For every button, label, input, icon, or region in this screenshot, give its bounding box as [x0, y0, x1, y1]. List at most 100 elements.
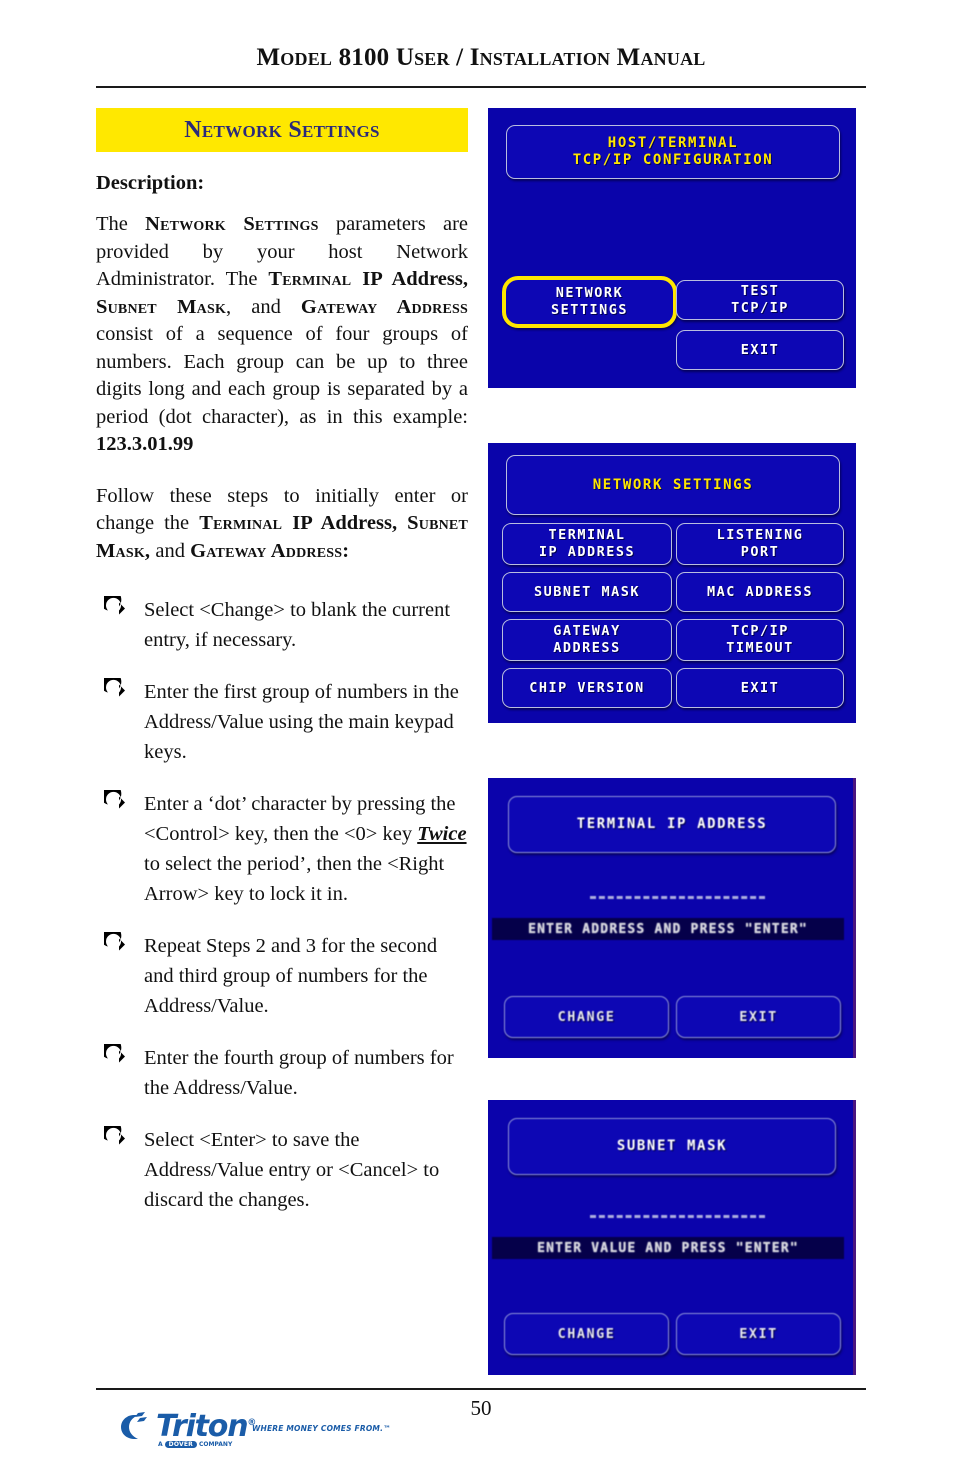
para1-example-ip: 123.3.01.99: [96, 433, 194, 455]
curved-arrow-bullet-icon: [104, 596, 128, 620]
screen3-btn1-line1: CHANGE: [557, 1008, 616, 1025]
screen2-button-terminal-ip-address[interactable]: TERMINAL IP ADDRESS: [502, 523, 672, 565]
list-item: Select <Change> to blank the current ent…: [96, 595, 468, 655]
screen3-value-entry-line: [590, 896, 765, 902]
screen2-btn6-line1: TCP/IP: [731, 623, 789, 639]
triton-logo: Triton® WHERE MONEY COMES FROM.™ A DOVER…: [118, 1408, 391, 1454]
para1-text-pre: The: [96, 213, 146, 235]
instruction-step-list: Select <Change> to blank the current ent…: [96, 595, 468, 1215]
screen3-button-change[interactable]: CHANGE: [504, 996, 669, 1038]
list-item: Enter a ‘dot’ character by pressing the …: [96, 789, 468, 909]
list-item-text: Enter the fourth group of numbers for th…: [144, 1047, 454, 1099]
list-item-text: Select <Change> to blank the current ent…: [144, 599, 451, 651]
screen2-btn1-line1: TERMINAL: [548, 527, 626, 543]
atm-screen-terminal-ip-address: TERMINAL IP ADDRESS ENTER ADDRESS AND PR…: [488, 778, 856, 1058]
screen3-btn2-line1: EXIT: [739, 1008, 778, 1025]
screen1-title-panel: HOST/TERMINAL TCP/IP CONFIGURATION: [506, 125, 840, 179]
para2-text-mid: and: [150, 539, 191, 562]
list-item-text: Select <Enter> to save the Address/Value…: [144, 1129, 440, 1211]
screen1-button-test-tcpip[interactable]: TEST TCP/IP: [676, 280, 844, 320]
para2-text-end: :: [342, 539, 350, 562]
para1-text-mid3: consist of a sequence of four groups of …: [96, 323, 468, 428]
list-item-text-pre: Enter a ‘dot’ character by pressing the …: [144, 793, 456, 845]
screen2-btn8-line1: EXIT: [740, 679, 780, 696]
dover-brand-badge: DOVER: [164, 1441, 197, 1448]
list-item: Select <Enter> to save the Address/Value…: [96, 1125, 468, 1215]
list-item: Repeat Steps 2 and 3 for the second and …: [96, 931, 468, 1021]
screen4-button-exit[interactable]: EXIT: [676, 1313, 841, 1355]
screen2-btn1-line2: IP ADDRESS: [538, 544, 636, 560]
screen2-btn5-line2: ADDRESS: [553, 640, 621, 656]
screen2-btn7-line1: CHIP VERSION: [529, 679, 645, 696]
screen1-btn1-line1: NETWORK: [555, 285, 624, 301]
curved-arrow-bullet-icon: [104, 1126, 128, 1150]
screen2-btn5-line1: GATEWAY: [553, 623, 621, 639]
triton-logo-wordmark: Triton®: [156, 1409, 256, 1444]
section-banner: Network Settings: [96, 108, 468, 152]
screen3-prompt-bar: ENTER ADDRESS AND PRESS "ENTER": [492, 918, 844, 940]
screen4-btn1-line1: CHANGE: [557, 1325, 616, 1342]
para1-smallcaps-gateway-address: Gateway Address: [300, 295, 468, 318]
curved-arrow-bullet-icon: [104, 1044, 128, 1068]
screen4-title-panel: SUBNET MASK: [508, 1118, 836, 1175]
dover-pre: A: [158, 1441, 163, 1448]
para1-bold-ip-address: IP Address,: [351, 268, 468, 290]
screen2-btn2-line1: LISTENING: [716, 527, 804, 543]
screen4-button-change[interactable]: CHANGE: [504, 1313, 669, 1355]
screen2-button-mac-address[interactable]: MAC ADDRESS: [676, 572, 844, 612]
screen4-btn2-line1: EXIT: [739, 1325, 778, 1342]
screen3-title-panel: TERMINAL IP ADDRESS: [508, 796, 836, 853]
curved-arrow-bullet-icon: [104, 932, 128, 956]
screen2-title-panel: NETWORK SETTINGS: [506, 455, 840, 515]
description-paragraph-1: The Network Settings parameters are prov…: [96, 211, 468, 459]
para1-text-mid2: , and: [226, 295, 301, 318]
left-text-column: Network Settings Description: The Networ…: [96, 108, 468, 1237]
screen2-button-gateway-address[interactable]: GATEWAY ADDRESS: [502, 619, 672, 661]
list-item: Enter the fourth group of numbers for th…: [96, 1043, 468, 1103]
description-paragraph-2: Follow these steps to initially enter or…: [96, 483, 468, 566]
screen1-button-exit[interactable]: EXIT: [676, 330, 844, 370]
header-divider: [96, 86, 866, 88]
curved-arrow-bullet-icon: [104, 790, 128, 814]
atm-screen-network-settings-menu: NETWORK SETTINGS TERMINAL IP ADDRESS LIS…: [488, 443, 856, 723]
description-heading: Description:: [96, 172, 205, 194]
screen1-title-line1: HOST/TERMINAL: [607, 135, 739, 151]
screen2-btn3-line1: SUBNET MASK: [534, 583, 640, 600]
para2-smallcaps-terminal: Terminal: [199, 512, 283, 534]
screen2-button-tcpip-timeout[interactable]: TCP/IP TIMEOUT: [676, 619, 844, 661]
screen2-button-chip-version[interactable]: CHIP VERSION: [502, 668, 672, 708]
manual-title: Model 8100 User / Installation Manual: [256, 44, 706, 71]
screen2-button-listening-port[interactable]: LISTENING PORT: [676, 523, 844, 565]
triton-logo-tagline: WHERE MONEY COMES FROM.™: [252, 1424, 391, 1433]
para2-bold-ip-address: IP Address,: [282, 512, 408, 534]
list-item-text: Repeat Steps 2 and 3 for the second and …: [144, 935, 438, 1017]
para1-smallcaps-network-settings: Network Settings: [145, 213, 319, 235]
screen1-btn3-line1: EXIT: [740, 341, 780, 358]
screen4-prompt-bar: ENTER VALUE AND PRESS "ENTER": [492, 1237, 844, 1259]
screen4-prompt-text: ENTER VALUE AND PRESS "ENTER": [537, 1240, 799, 1256]
triton-logo-text-group: Triton® WHERE MONEY COMES FROM.™ A DOVER…: [156, 1408, 391, 1448]
list-item: Enter the first group of numbers in the …: [96, 677, 468, 767]
screen3-button-exit[interactable]: EXIT: [676, 996, 841, 1038]
screen1-title-line2: TCP/IP CONFIGURATION: [572, 152, 774, 168]
atm-screen-subnet-mask: SUBNET MASK ENTER VALUE AND PRESS "ENTER…: [488, 1100, 856, 1375]
screen3-title-line1: TERMINAL IP ADDRESS: [576, 816, 768, 832]
page-running-head: Model 8100 User / Installation Manual: [96, 44, 866, 72]
atm-screen-host-terminal-config: HOST/TERMINAL TCP/IP CONFIGURATION NETWO…: [488, 108, 856, 388]
para2-smallcaps-gateway-address: Gateway Address: [190, 539, 343, 562]
screen1-btn1-line2: SETTINGS: [550, 302, 629, 318]
screen1-btn2-line1: TEST: [740, 283, 780, 299]
screen2-btn4-line1: MAC ADDRESS: [707, 583, 813, 600]
dover-post: COMPANY: [198, 1441, 233, 1448]
list-item-text: Enter the first group of numbers in the …: [144, 681, 459, 763]
dover-company-line: A DOVER COMPANY: [158, 1441, 232, 1448]
screen2-btn6-line2: TIMEOUT: [726, 640, 794, 656]
screen1-button-network-settings[interactable]: NETWORK SETTINGS: [502, 276, 677, 328]
triton-logo-mark-icon: [118, 1411, 152, 1448]
screen2-button-exit[interactable]: EXIT: [676, 668, 844, 708]
para1-smallcaps-terminal: Terminal: [268, 268, 352, 290]
screen2-button-subnet-mask[interactable]: SUBNET MASK: [502, 572, 672, 612]
screen3-prompt-text: ENTER ADDRESS AND PRESS "ENTER": [528, 921, 808, 937]
screen1-btn2-line2: TCP/IP: [731, 300, 789, 316]
section-banner-title: Network Settings: [184, 116, 380, 143]
